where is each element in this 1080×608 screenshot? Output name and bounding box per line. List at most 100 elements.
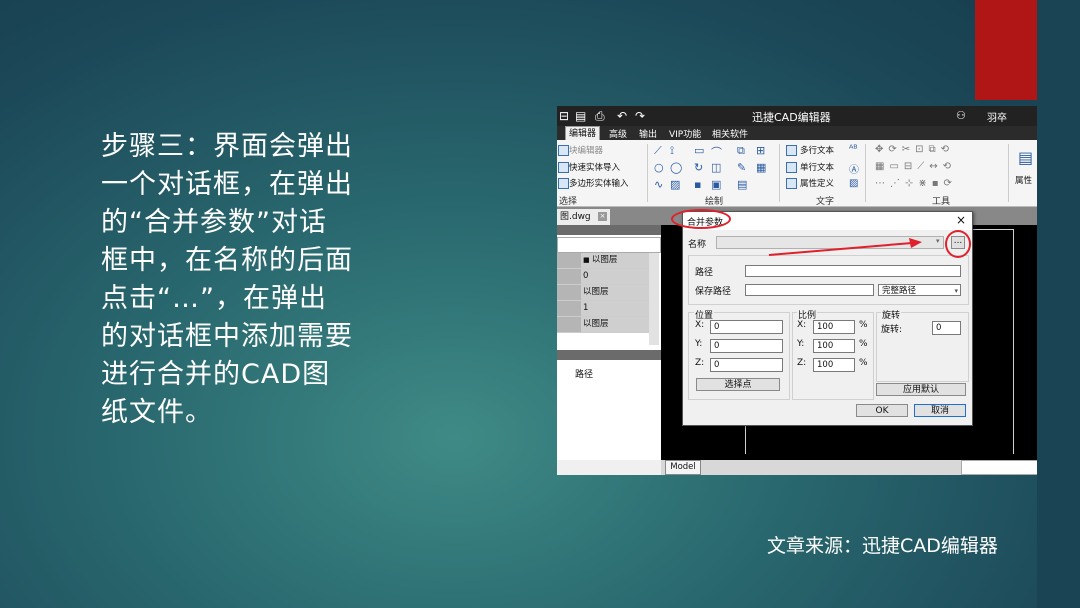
list-item[interactable]: 1 <box>557 301 649 317</box>
scale-z-field[interactable]: 100 <box>813 358 855 372</box>
polygon-input-icon <box>558 178 569 189</box>
mtext-icon <box>786 145 797 156</box>
undo-icon[interactable]: ↶ <box>617 109 627 123</box>
redo-icon[interactable]: ↷ <box>635 109 645 123</box>
browse-highlight-circle <box>945 230 971 258</box>
new-icon[interactable]: ⊟ <box>559 109 569 123</box>
text-style-icon[interactable]: ▨ <box>849 178 858 189</box>
line-tool-icon[interactable]: ⟋ <box>654 144 662 158</box>
rotate-tool-icon[interactable]: ↻ <box>694 161 703 174</box>
menu-editor[interactable]: 编辑器 <box>565 126 601 141</box>
save-path-label: 保存路径 <box>695 287 732 297</box>
close-icon[interactable]: × <box>598 212 607 221</box>
list-item[interactable]: 0 <box>557 269 649 285</box>
menu-advanced[interactable]: 高级 <box>609 127 627 140</box>
grid-tool-icon[interactable]: ▦ <box>756 161 766 174</box>
quick-entity-import-button[interactable]: 快速实体导入 <box>569 161 620 173</box>
save-icon[interactable]: ▤ <box>575 109 586 123</box>
find-text-icon[interactable]: Ⓐ <box>849 161 859 176</box>
table-tool-icon[interactable]: ▤ <box>737 178 747 191</box>
position-x-label: X: <box>695 320 705 330</box>
attribute-definition-button[interactable]: 属性定义 <box>800 177 834 189</box>
tools-row-1-icons[interactable]: ✥⟳✂⊡⧉⟲ <box>875 144 954 155</box>
position-y-label: Y: <box>695 339 703 349</box>
property-label: 路径 <box>575 370 594 380</box>
scale-x-unit: % <box>859 320 868 330</box>
save-path-field[interactable] <box>745 284 874 296</box>
ok-button[interactable]: OK <box>856 404 908 417</box>
layer-combo[interactable] <box>557 237 661 253</box>
document-tab[interactable]: 图.dwg × <box>557 209 610 225</box>
path-group <box>688 255 969 305</box>
step-instruction-text: 步骤三：界面会弹出 一个对话框，在弹出 的“合并参数”对话 框中，在名称的后面 … <box>101 131 353 428</box>
panel-header <box>557 350 661 360</box>
cancel-button[interactable]: 取消 <box>914 404 966 417</box>
image-tool-icon[interactable]: ▣ <box>711 178 721 191</box>
rotation-field[interactable]: 0 <box>932 321 961 335</box>
horizontal-scrollbar[interactable] <box>961 460 1037 475</box>
pick-point-button[interactable]: 选择点 <box>696 378 780 391</box>
ribbon-separator <box>1008 144 1009 202</box>
properties-button[interactable]: 属性 <box>1015 174 1032 186</box>
tools-row-3-icons[interactable]: ⋯⋰⊹⋇▪⟳ <box>875 178 957 189</box>
list-item[interactable]: ■ 以图层 <box>557 253 649 269</box>
apply-default-button[interactable]: 应用默认 <box>876 383 966 396</box>
path-mode-select[interactable]: 完整路径 ▾ <box>878 284 961 296</box>
region-tool-icon[interactable]: ◫ <box>711 161 721 174</box>
rotation-label: 旋转: <box>881 325 903 335</box>
single-line-text-button[interactable]: 单行文本 <box>800 161 834 173</box>
spell-check-icon[interactable]: ᴬᴮ <box>849 144 858 155</box>
user-icon[interactable]: ⚇ <box>956 109 966 122</box>
left-panel: ■ 以图层 0 以图层 1 以图层 路径 <box>557 225 661 460</box>
position-x-field[interactable]: 0 <box>710 320 783 334</box>
layout-tab-bar: Model <box>661 460 1037 475</box>
app-title: 迅捷CAD编辑器 <box>752 111 831 124</box>
arc-tool-icon[interactable]: ⌒ <box>711 144 722 160</box>
scale-y-field[interactable]: 100 <box>813 339 855 353</box>
scale-x-field[interactable]: 100 <box>813 320 855 334</box>
menu-output[interactable]: 输出 <box>639 127 657 140</box>
scale-z-label: Z: <box>797 358 807 368</box>
position-z-label: Z: <box>695 358 705 368</box>
copy-tool-icon[interactable]: ⧉ <box>737 144 745 158</box>
position-z-field[interactable]: 0 <box>710 358 783 372</box>
name-label: 名称 <box>688 240 707 250</box>
properties-icon[interactable]: ▤ <box>1018 148 1033 167</box>
position-y-field[interactable]: 0 <box>710 339 783 353</box>
attribute-icon <box>786 178 797 189</box>
scale-y-unit: % <box>859 339 868 349</box>
circle-tool-icon[interactable]: ○ <box>654 161 664 174</box>
drawing-line <box>1013 229 1014 454</box>
rectangle-tool-icon[interactable]: ▭ <box>694 144 704 157</box>
layer-list-scrollbar[interactable] <box>649 253 659 345</box>
layer-list: ■ 以图层 0 以图层 1 以图层 <box>557 253 649 345</box>
hatch-tool-icon[interactable]: ▨ <box>670 178 680 191</box>
text-icon <box>786 162 797 173</box>
pen-tool-icon[interactable]: ✎ <box>737 161 746 174</box>
list-item[interactable]: 以图层 <box>557 285 649 301</box>
title-highlight-circle <box>671 209 731 229</box>
block-editor-button[interactable]: 块编辑器 <box>569 144 603 156</box>
polygon-entity-input-button[interactable]: 多边形实体输入 <box>569 177 629 189</box>
close-icon[interactable]: × <box>956 213 966 227</box>
path-mode-value: 完整路径 <box>882 286 917 296</box>
tools-row-2-icons[interactable]: ▦▭⊟⟋↔⟲ <box>875 161 956 172</box>
point-tool-icon[interactable]: ▪ <box>694 178 701 191</box>
list-item[interactable]: 以图层 <box>557 317 649 333</box>
scale-y-label: Y: <box>797 339 805 349</box>
path-field[interactable] <box>745 265 961 277</box>
menu-related-software[interactable]: 相关软件 <box>712 127 748 140</box>
chevron-down-icon: ▾ <box>936 237 940 245</box>
quick-import-icon <box>558 162 569 173</box>
block-tool-icon[interactable]: ⊞ <box>756 144 765 157</box>
menu-vip[interactable]: VIP功能 <box>669 127 701 140</box>
user-name[interactable]: 羽卒 <box>987 109 1007 124</box>
spline-tool-icon[interactable]: ∿ <box>654 178 663 191</box>
polyline-tool-icon[interactable]: ⟟ <box>670 144 674 158</box>
model-tab[interactable]: Model <box>665 460 701 475</box>
decorative-red-block <box>975 0 1037 100</box>
ellipse-tool-icon[interactable]: ◯ <box>670 161 682 174</box>
document-tab-label: 图.dwg <box>560 212 591 222</box>
print-icon[interactable]: ⎙ <box>595 109 605 124</box>
multiline-text-button[interactable]: 多行文本 <box>800 144 834 156</box>
